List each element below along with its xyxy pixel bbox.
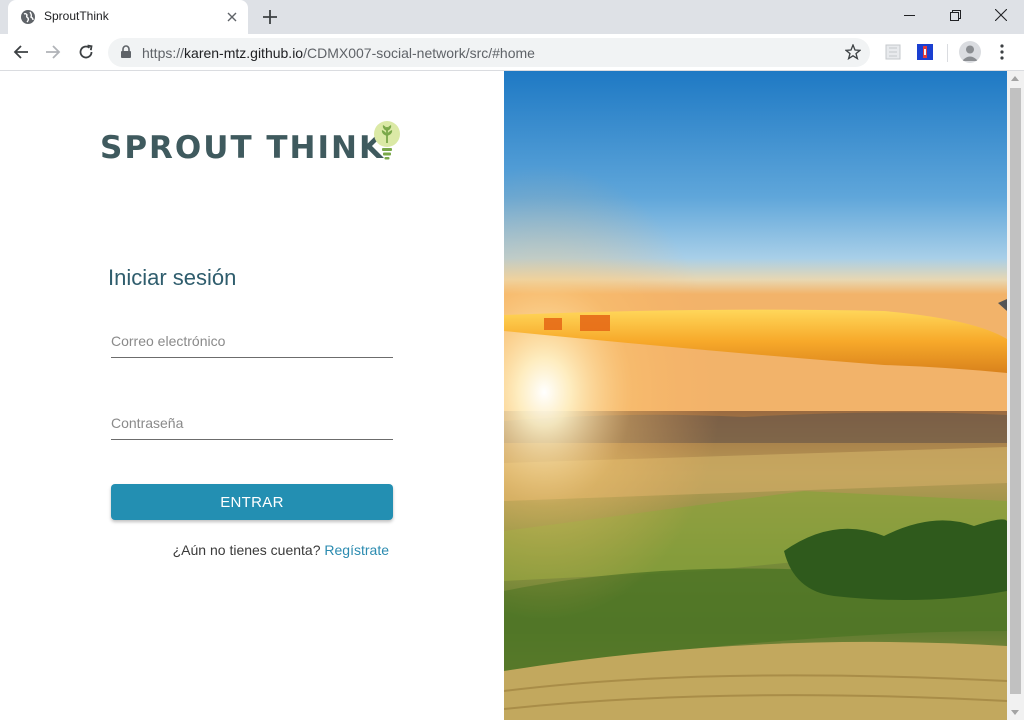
plus-icon	[263, 10, 277, 24]
close-tab-icon[interactable]	[224, 9, 240, 25]
more-vert-icon	[1000, 44, 1004, 60]
tab-title: SproutThink	[44, 9, 109, 23]
browser-menu-button[interactable]	[992, 41, 1012, 63]
signup-prompt-text: ¿Aún no tienes cuenta?	[172, 542, 321, 558]
logo-text: SPROUT THINK	[100, 130, 385, 166]
scroll-up-icon[interactable]	[1011, 76, 1019, 81]
page-viewport: SPROUT THINK Iniciar sesión ENTRAR ¿Aún …	[0, 71, 1024, 720]
landscape-photo	[504, 71, 1007, 720]
email-field[interactable]	[111, 324, 393, 358]
reload-icon	[79, 44, 93, 59]
toolbar-separator	[947, 44, 948, 62]
lock-icon	[121, 45, 131, 58]
arrow-right-icon	[46, 45, 61, 59]
scroll-down-icon[interactable]	[1011, 710, 1019, 715]
extension-grid-icon	[885, 44, 901, 60]
new-tab-button[interactable]	[258, 6, 282, 28]
minimize-icon	[903, 14, 915, 16]
extension-icon-2[interactable]	[917, 44, 933, 60]
scrollbar-thumb[interactable]	[1010, 88, 1021, 694]
address-url: https://karen-mtz.github.io/CDMX007-soci…	[142, 45, 535, 61]
user-icon	[962, 45, 978, 61]
password-field[interactable]	[111, 406, 393, 440]
arrow-left-icon	[13, 45, 28, 59]
hero-image	[504, 71, 1007, 720]
sproutthink-logo: SPROUT THINK	[100, 119, 402, 167]
minimize-button[interactable]	[886, 0, 932, 30]
browser-tab[interactable]: SproutThink	[8, 0, 248, 34]
extension-icon[interactable]	[885, 44, 901, 60]
address-bar[interactable]: https://karen-mtz.github.io/CDMX007-soci…	[108, 38, 870, 67]
restore-icon	[949, 9, 961, 21]
login-panel: SPROUT THINK Iniciar sesión ENTRAR ¿Aún …	[0, 71, 504, 720]
reload-button[interactable]	[73, 39, 99, 65]
login-title: Iniciar sesión	[108, 265, 237, 290]
login-button[interactable]: ENTRAR	[111, 484, 393, 520]
browser-toolbar: https://karen-mtz.github.io/CDMX007-soci…	[0, 34, 1024, 71]
restore-button[interactable]	[932, 0, 978, 30]
back-button[interactable]	[8, 39, 34, 65]
globe-icon	[21, 10, 35, 24]
profile-avatar[interactable]	[959, 41, 981, 63]
forward-button[interactable]	[40, 39, 66, 65]
page-scrollbar[interactable]	[1007, 71, 1024, 720]
lightbulb-sprout-icon	[374, 121, 400, 160]
close-icon	[995, 9, 1007, 21]
signup-link[interactable]: Regístrate	[324, 542, 389, 558]
tab-strip: SproutThink	[0, 0, 1024, 34]
bookmark-star-icon[interactable]	[845, 44, 861, 60]
signup-prompt: ¿Aún no tienes cuenta? Regístrate	[0, 542, 389, 558]
close-window-button[interactable]	[978, 0, 1024, 30]
extension-flag-icon	[917, 44, 933, 60]
